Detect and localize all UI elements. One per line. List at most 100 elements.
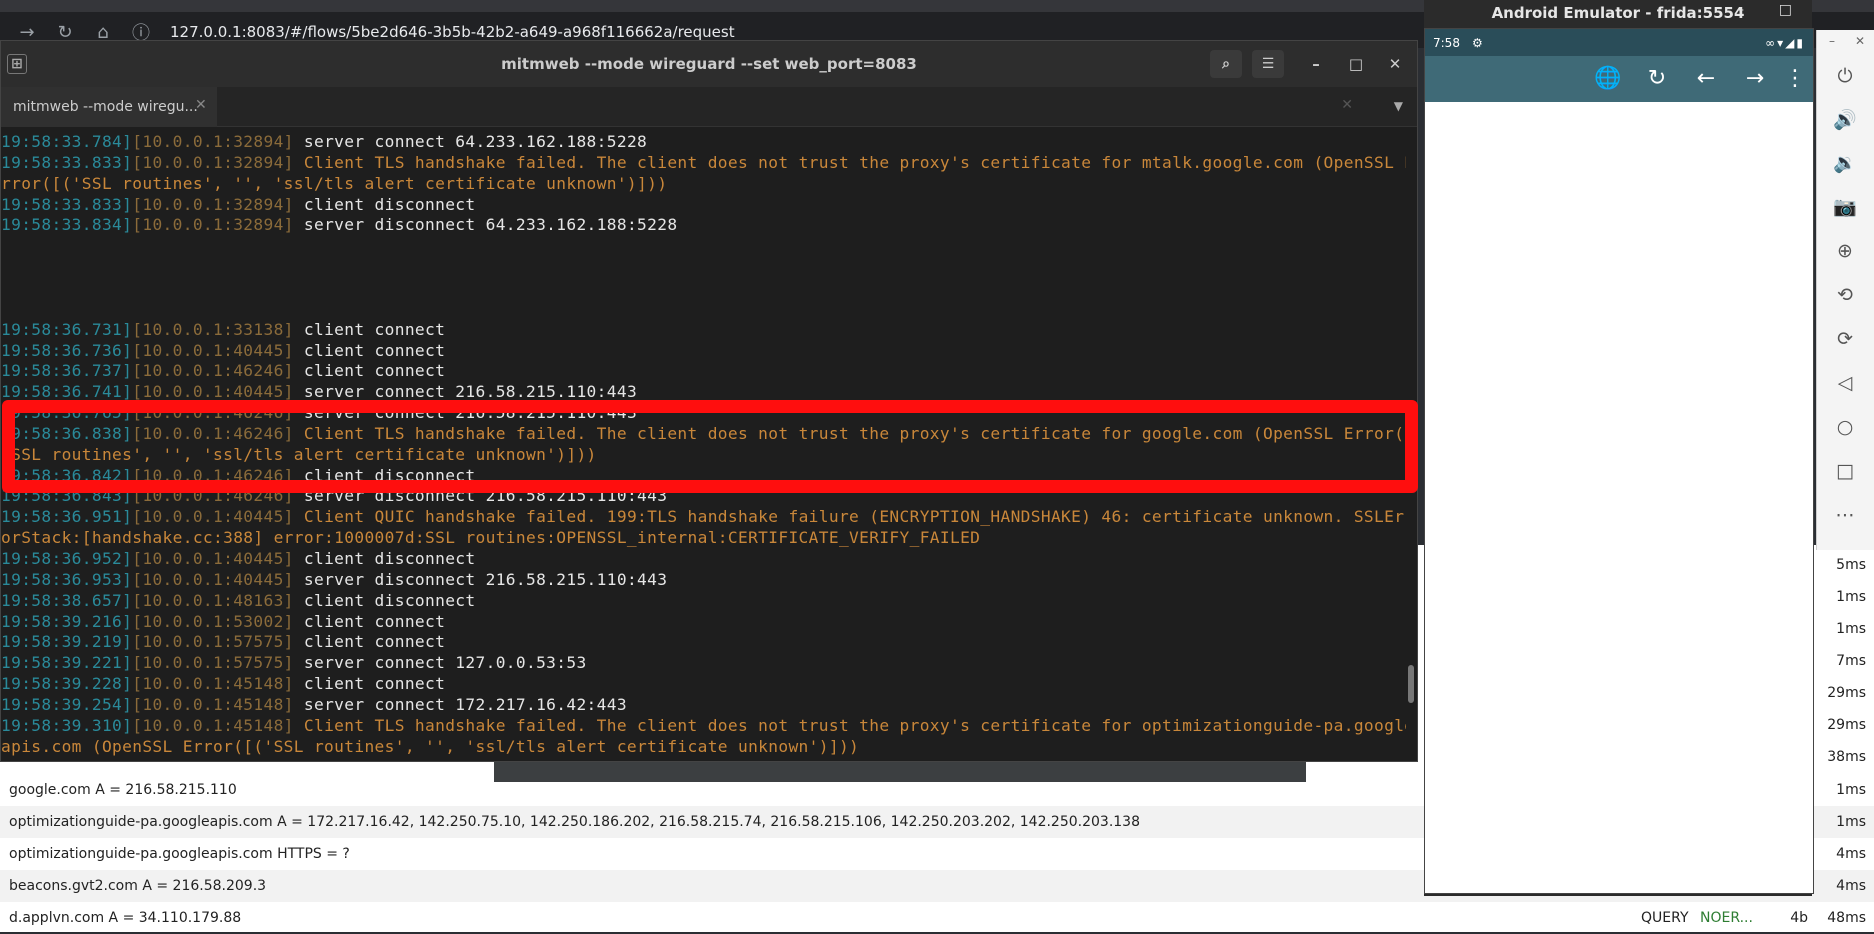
power-icon[interactable]: ⏻ [1831, 62, 1859, 90]
flow-duration: 29ms [1827, 717, 1866, 733]
settings-gear-icon: ⚙ [1471, 35, 1483, 50]
flow-row[interactable]: d.applvn.com A = 34.110.179.88 QUERY NOER.… [0, 902, 1874, 934]
globe-icon[interactable]: 🌐 [1594, 65, 1622, 93]
log-timestamp: 19:58:36.737] [1, 361, 133, 381]
log-timestamp: 19:58:36.843] [1, 486, 133, 506]
flow-duration: 1ms [1836, 621, 1866, 637]
log-message: client connect [293, 319, 446, 339]
tab-close-icon[interactable]: ✕ [195, 97, 207, 113]
log-client-address: [10.0.0.1:32894] [132, 152, 294, 172]
forward-arrow-icon[interactable]: → [1741, 65, 1769, 93]
terminal-titlebar: ⊞ mitmweb --mode wireguard --set web_por… [1, 41, 1417, 87]
log-client-address: [10.0.0.1:53002] [132, 611, 294, 631]
log-client-address: [10.0.0.1:46246] [132, 361, 294, 381]
log-timestamp: 19:58:36.731] [1, 319, 133, 339]
side-panel-header: – ✕ [1817, 34, 1874, 54]
log-message: client disconnect [293, 549, 476, 568]
camera-icon[interactable]: 📷 [1831, 193, 1859, 221]
log-line: orStack:[handshake.cc:388] error:1000007… [1, 527, 980, 548]
maximize-button[interactable]: □ [1345, 53, 1367, 75]
volume-down-icon[interactable]: 🔉 [1831, 149, 1859, 177]
side-close-button[interactable]: ✕ [1855, 34, 1865, 48]
new-tab-icon[interactable]: ⊞ [7, 54, 27, 74]
terminal-tab-label: mitmweb --mode wiregu... [13, 99, 198, 115]
log-client-address: [10.0.0.1:48163] [132, 590, 294, 610]
emulator-maximize-button[interactable]: □ [1779, 2, 1792, 18]
terminal-window[interactable]: ⊞ mitmweb --mode wireguard --set web_por… [0, 40, 1418, 762]
log-line: 19:58:39.310][10.0.0.1:45148] Client TLS… [1, 715, 1406, 736]
log-client-address: [10.0.0.1:57575] [132, 632, 294, 652]
log-line: 19:58:33.833][10.0.0.1:32894] Client TLS… [1, 152, 1406, 173]
log-client-address: [10.0.0.1:45148] [132, 715, 294, 735]
hamburger-menu-icon[interactable]: ☰ [1252, 50, 1284, 78]
flow-summary: beacons.gvt2.com A = 216.58.209.3 [9, 878, 267, 894]
flow-duration: 48ms [1827, 910, 1866, 926]
log-client-address: [10.0.0.1:33138] [132, 319, 294, 339]
back-icon[interactable]: ◁ [1831, 369, 1859, 397]
log-client-address: [10.0.0.1:57575] [132, 653, 294, 673]
log-line: 19:58:36.952][10.0.0.1:40445] client dis… [1, 548, 476, 569]
side-minimize-button[interactable]: – [1829, 34, 1835, 48]
terminal-output[interactable]: 19:58:33.784][10.0.0.1:32894] server con… [1, 128, 1406, 761]
log-message: client connect [293, 632, 446, 652]
log-timestamp: 19:58:39.310] [1, 715, 133, 735]
log-message: Client TLS handshake failed. The client … [293, 423, 1406, 443]
back-arrow-icon[interactable]: ← [1692, 65, 1720, 93]
tabbar-close-icon[interactable]: ✕ [1341, 97, 1353, 113]
flow-method: QUERY [1641, 910, 1689, 926]
flow-summary: google.com A = 216.58.215.110 [9, 782, 237, 798]
log-timestamp: 19:58:38.657] [1, 590, 133, 610]
log-message: client connect [293, 340, 446, 360]
log-line: apis.com (OpenSSL Error([('SSL routines'… [1, 736, 859, 757]
terminal-tab[interactable]: mitmweb --mode wiregu... ✕ [1, 87, 217, 127]
log-message: Client TLS handshake failed. The client … [293, 152, 1406, 172]
log-timestamp: 19:58:33.834] [1, 215, 133, 235]
log-line: 19:58:36.736][10.0.0.1:40445] client con… [1, 340, 445, 361]
log-timestamp: 19:58:39.219] [1, 632, 133, 652]
more-icon[interactable]: ⋯ [1831, 501, 1859, 529]
reload-icon[interactable]: ↻ [1643, 65, 1671, 93]
zoom-icon[interactable]: ⊕ [1831, 237, 1859, 265]
flow-duration: 1ms [1836, 814, 1866, 830]
tab-list-dropdown-icon[interactable]: ▼ [1394, 99, 1403, 113]
terminal-scrollbar[interactable] [1408, 665, 1414, 703]
phone-screen[interactable]: 7:58 ⚙ ∞▾◢▮ 🌐 ↻ ← → ⋮ [1424, 28, 1814, 894]
emulator-minimize-button[interactable]: – [1737, 2, 1744, 18]
log-message: client connect [293, 674, 446, 694]
volume-up-icon[interactable]: 🔊 [1831, 106, 1859, 134]
minimize-button[interactable]: – [1305, 53, 1327, 75]
log-message: server connect 172.217.16.42:443 [293, 694, 627, 714]
log-line: 19:58:39.216][10.0.0.1:53002] client con… [1, 611, 445, 632]
flow-summary: optimizationguide-pa.googleapis.com A = … [9, 814, 1140, 830]
url-text[interactable]: 127.0.0.1:8083/#/flows/5be2d646-3b5b-42b… [170, 23, 735, 41]
log-timestamp: 19:58:33.833] [1, 194, 133, 214]
overview-icon[interactable]: □ [1831, 457, 1859, 485]
log-line: 19:58:36.953][10.0.0.1:40445] server dis… [1, 569, 667, 590]
log-client-address: [10.0.0.1:40445] [132, 507, 294, 527]
log-client-address: [10.0.0.1:45148] [132, 694, 294, 714]
more-vert-icon[interactable]: ⋮ [1781, 65, 1809, 93]
log-message: apis.com (OpenSSL Error([('SSL routines'… [1, 736, 860, 756]
flow-duration: 38ms [1827, 749, 1866, 765]
home-icon[interactable]: ○ [1831, 413, 1859, 441]
flow-size: 4b [1790, 910, 1808, 926]
log-timestamp: 19:58:36.741] [1, 382, 133, 402]
terminal-tabbar: mitmweb --mode wiregu... ✕ ✕ ▼ [1, 87, 1417, 127]
log-client-address: [10.0.0.1:32894] [132, 132, 294, 151]
log-message: server connect 64.233.162.188:5228 [293, 132, 648, 151]
log-client-address: [10.0.0.1:46246] [132, 403, 294, 423]
log-client-address: [10.0.0.1:32894] [132, 215, 294, 235]
log-timestamp: 19:58:39.228] [1, 674, 133, 694]
search-icon[interactable]: ⌕ [1210, 50, 1242, 78]
log-message: server connect 216.58.215.110:443 [293, 382, 638, 402]
rotate-right-icon[interactable]: ⟳ [1831, 325, 1859, 353]
log-line: 19:58:36.843][10.0.0.1:46246] server dis… [1, 485, 667, 506]
log-line: 19:58:36.951][10.0.0.1:40445] Client QUI… [1, 506, 1406, 527]
flow-duration: 1ms [1836, 589, 1866, 605]
log-timestamp: 19:58:36.952] [1, 549, 133, 568]
flow-duration: 4ms [1836, 846, 1866, 862]
close-button[interactable]: ✕ [1384, 53, 1406, 75]
status-system-icons: ∞▾◢▮ [1765, 35, 1805, 50]
flow-status: NOER... [1700, 910, 1753, 926]
rotate-left-icon[interactable]: ⟲ [1831, 281, 1859, 309]
